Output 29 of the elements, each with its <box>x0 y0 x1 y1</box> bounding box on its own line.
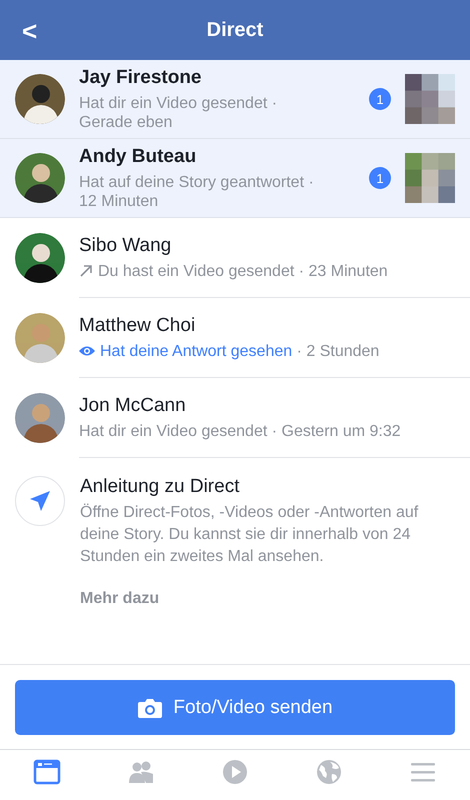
contact-name: Matthew Choi <box>79 314 196 336</box>
message-preview: Du hast ein Video gesendet · 23 Minuten <box>98 262 388 280</box>
conversation-row[interactable]: Matthew Choi Hat deine Antwort gesehen · 2 Stunden <box>0 298 470 378</box>
unread-count: 1 <box>369 167 391 189</box>
back-button[interactable]: < <box>14 12 46 51</box>
tutorial-text: Öffne Direct-Fotos, -Videos oder -Antworten auf deine Story. Du kannst sie dir innerhalb von 24 Stunden ein zweites Mal ansehen. <box>80 502 420 567</box>
contact-name: Jon McCann <box>79 394 187 416</box>
conversation-row[interactable]: Andy Buteau Hat auf deine Story geantwortet · 12 Minuten 1 <box>0 139 470 218</box>
globe-icon[interactable] <box>314 758 344 786</box>
contact-name: Jay Firestone <box>79 66 202 88</box>
contact-name: Sibo Wang <box>79 234 172 256</box>
arrow-icon <box>79 264 93 278</box>
message-preview: Hat deine Antwort gesehen · 2 Stunden <box>100 342 380 360</box>
send-photo-video-button[interactable]: Foto/Video senden <box>15 680 455 735</box>
message-preview: Hat auf deine Story geantwortet · 12 Minuten <box>79 172 314 210</box>
tutorial-title: Anleitung zu Direct <box>80 476 240 498</box>
message-preview: Hat dir ein Video gesendet · Gestern um 9:32 <box>79 422 401 440</box>
eye-icon <box>79 345 95 357</box>
unread-count: 1 <box>369 88 391 110</box>
contact-name: Andy Buteau <box>79 146 198 168</box>
camera-icon <box>137 696 164 718</box>
news-feed-icon[interactable] <box>32 758 62 786</box>
paper-plane-icon <box>15 476 65 526</box>
conversation-row[interactable]: Jon McCann Hat dir ein Video gesendet · Gestern um 9:32 <box>0 378 470 458</box>
header-title: Direct <box>206 18 264 42</box>
conversation-row[interactable]: Sibo Wang Du hast ein Video gesendet · 23 Minuten <box>0 218 470 298</box>
conversation-row[interactable]: Jay Firestone Hat dir ein Video gesendet · Gerade eben 1 <box>0 60 470 139</box>
play-icon[interactable] <box>220 758 250 786</box>
message-preview: Hat dir ein Video gesendet · Gerade eben <box>79 94 278 132</box>
